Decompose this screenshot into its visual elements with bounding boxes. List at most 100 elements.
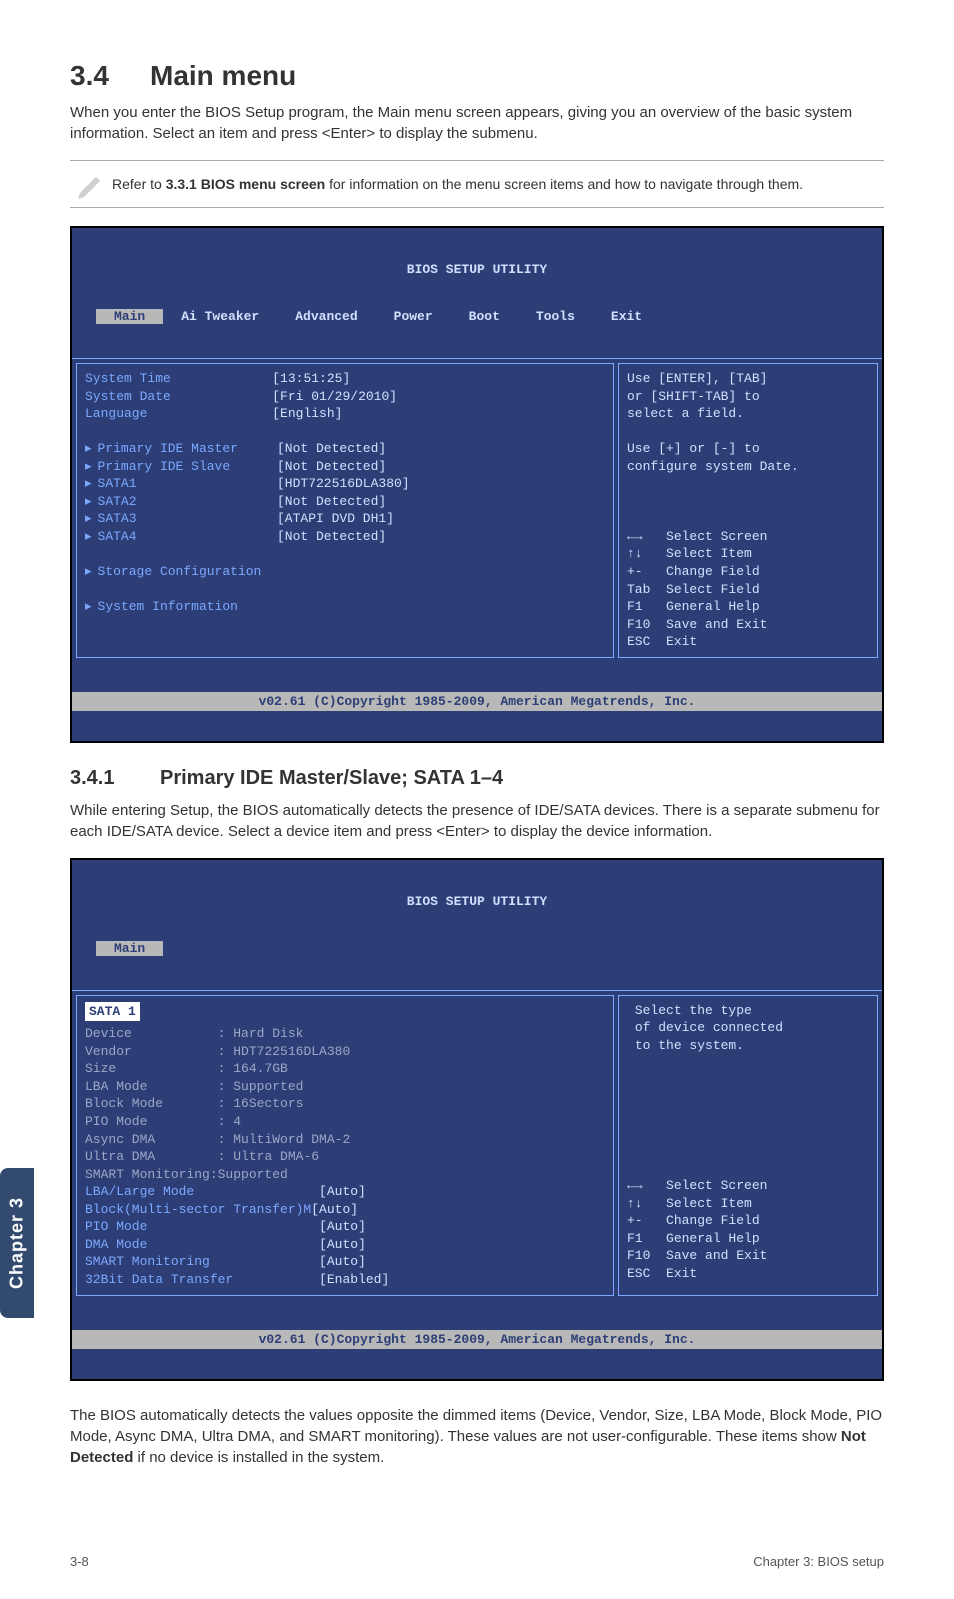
chapter-side-tab: Chapter 3 bbox=[0, 1168, 34, 1318]
row-label: Async DMA bbox=[85, 1132, 155, 1147]
bios1-row[interactable]: Language [English] bbox=[85, 406, 342, 421]
bios2-info-row: Async DMA : MultiWord DMA-2 bbox=[85, 1132, 350, 1147]
legend-key: Tab bbox=[627, 582, 650, 597]
bios1-tab-exit[interactable]: Exit bbox=[593, 309, 660, 324]
row-value: [Auto] bbox=[311, 1202, 358, 1217]
row-label: DMA Mode bbox=[85, 1237, 147, 1252]
legend-text: Exit bbox=[666, 1266, 697, 1281]
legend-text: General Help bbox=[666, 1231, 760, 1246]
bios2-info-row: Ultra DMA : Ultra DMA-6 bbox=[85, 1149, 319, 1164]
row-label: Primary IDE Master bbox=[98, 441, 238, 456]
legend-row: ESC Exit bbox=[627, 634, 697, 649]
row-value: : 16Sectors bbox=[218, 1096, 304, 1111]
row-value: [English] bbox=[272, 406, 342, 421]
row-value: [Fri 01/29/2010] bbox=[272, 389, 397, 404]
note-text: Refer to 3.3.1 BIOS menu screen for info… bbox=[112, 175, 803, 193]
row-label: LBA/Large Mode bbox=[85, 1184, 194, 1199]
closing-text-a: The BIOS automatically detects the value… bbox=[70, 1407, 882, 1445]
bios2-left-pane: SATA 1 Device : Hard Disk Vendor : HDT72… bbox=[76, 995, 614, 1296]
row-value: [Auto] bbox=[319, 1254, 366, 1269]
help-line: configure system Date. bbox=[627, 459, 799, 474]
row-label: SMART Monitoring bbox=[85, 1254, 210, 1269]
row-value: [HDT722516DLA380] bbox=[277, 476, 410, 491]
row-label: Size bbox=[85, 1061, 116, 1076]
row-value: [Auto] bbox=[319, 1237, 366, 1252]
row-value: : Ultra DMA-6 bbox=[218, 1149, 319, 1164]
row-value: : 4 bbox=[218, 1114, 241, 1129]
help-line: to the system. bbox=[635, 1038, 744, 1053]
bios1-tab-tools[interactable]: Tools bbox=[518, 309, 593, 324]
legend-text: Change Field bbox=[666, 564, 760, 579]
legend-row: F10 Save and Exit bbox=[627, 1248, 767, 1263]
bios1-tab-bar: Main Ai Tweaker Advanced Power Boot Tool… bbox=[72, 307, 882, 328]
legend-key: ↑↓ bbox=[627, 1196, 643, 1211]
row-label: SATA3 bbox=[98, 511, 137, 526]
bios2-tab-main[interactable]: Main bbox=[96, 941, 163, 956]
legend-key: ESC bbox=[627, 1266, 650, 1281]
note-suffix: for information on the menu screen items… bbox=[325, 176, 803, 192]
legend-text: Change Field bbox=[666, 1213, 760, 1228]
legend-key: ←→ bbox=[627, 1178, 643, 1193]
legend-text: Select Field bbox=[666, 582, 760, 597]
bios1-device-row[interactable]: Primary IDE Slave [Not Detected] bbox=[85, 459, 386, 474]
closing-paragraph: The BIOS automatically detects the value… bbox=[70, 1405, 884, 1468]
row-label: SMART Monitoring bbox=[85, 1167, 210, 1182]
bios1-tab-advanced[interactable]: Advanced bbox=[277, 309, 375, 324]
bios2-title: BIOS SETUP UTILITY bbox=[72, 890, 882, 909]
bios1-device-row[interactable]: SATA1 [HDT722516DLA380] bbox=[85, 476, 410, 491]
legend-text: General Help bbox=[666, 599, 760, 614]
bios1-row[interactable]: System Date [Fri 01/29/2010] bbox=[85, 389, 397, 404]
row-value: : Hard Disk bbox=[218, 1026, 304, 1041]
bios1-row[interactable]: System Time [13:51:25] bbox=[85, 371, 350, 386]
note-block: Refer to 3.3.1 BIOS menu screen for info… bbox=[70, 160, 884, 208]
bios2-setting-row[interactable]: PIO Mode [Auto] bbox=[85, 1219, 366, 1234]
legend-row: Tab Select Field bbox=[627, 582, 760, 597]
bios1-tab-power[interactable]: Power bbox=[376, 309, 451, 324]
bios2-setting-row[interactable]: SMART Monitoring [Auto] bbox=[85, 1254, 366, 1269]
bios2-section-header: SATA 1 bbox=[85, 1002, 140, 1022]
bios1-tab-main[interactable]: Main bbox=[96, 309, 163, 324]
row-value: : Supported bbox=[218, 1079, 304, 1094]
legend-row: +- Change Field bbox=[627, 1213, 760, 1228]
footer-chapter-title: Chapter 3: BIOS setup bbox=[753, 1554, 884, 1569]
legend-row: ←→ Select Screen bbox=[627, 529, 767, 544]
bios1-device-row[interactable]: SATA3 [ATAPI DVD DH1] bbox=[85, 511, 394, 526]
bios2-info-row: Size : 164.7GB bbox=[85, 1061, 288, 1076]
row-label: System Time bbox=[85, 371, 171, 386]
row-value: [Not Detected] bbox=[277, 459, 386, 474]
bios1-title: BIOS SETUP UTILITY bbox=[72, 258, 882, 277]
heading-number: 3.4 bbox=[70, 60, 150, 92]
row-label: SATA1 bbox=[98, 476, 137, 491]
bios1-tab-aitweaker[interactable]: Ai Tweaker bbox=[163, 309, 277, 324]
pencil-icon bbox=[70, 169, 112, 199]
legend-key: +- bbox=[627, 564, 643, 579]
help-line: Use [+] or [-] to bbox=[627, 441, 760, 456]
bios2-setting-row[interactable]: DMA Mode [Auto] bbox=[85, 1237, 366, 1252]
bios2-info-row: PIO Mode : 4 bbox=[85, 1114, 241, 1129]
bios-utility-main: BIOS SETUP UTILITY Main Ai Tweaker Advan… bbox=[70, 226, 884, 743]
row-label: 32Bit Data Transfer bbox=[85, 1272, 233, 1287]
bios1-tab-boot[interactable]: Boot bbox=[451, 309, 518, 324]
sub-intro-paragraph: While entering Setup, the BIOS automatic… bbox=[70, 800, 884, 842]
bios2-info-row: Vendor : HDT722516DLA380 bbox=[85, 1044, 350, 1059]
row-label: PIO Mode bbox=[85, 1219, 147, 1234]
row-value: : 164.7GB bbox=[218, 1061, 288, 1076]
intro-paragraph: When you enter the BIOS Setup program, t… bbox=[70, 102, 884, 144]
legend-key: F10 bbox=[627, 617, 650, 632]
bios2-setting-row[interactable]: Block(Multi-sector Transfer)M[Auto] bbox=[85, 1202, 358, 1217]
bios1-system-info[interactable]: System Information bbox=[85, 599, 238, 614]
bios2-setting-row[interactable]: 32Bit Data Transfer [Enabled] bbox=[85, 1272, 389, 1287]
row-value: [Not Detected] bbox=[277, 494, 386, 509]
bios1-device-row[interactable]: SATA4 [Not Detected] bbox=[85, 529, 386, 544]
row-value: [Auto] bbox=[319, 1184, 366, 1199]
legend-text: Save and Exit bbox=[666, 1248, 767, 1263]
legend-text: Exit bbox=[666, 634, 697, 649]
bios-utility-sata: BIOS SETUP UTILITY Main SATA 1 Device : … bbox=[70, 858, 884, 1381]
bios1-device-row[interactable]: SATA2 [Not Detected] bbox=[85, 494, 386, 509]
row-label: SATA4 bbox=[98, 529, 137, 544]
bios2-setting-row[interactable]: LBA/Large Mode [Auto] bbox=[85, 1184, 366, 1199]
bios2-info-row: Device : Hard Disk bbox=[85, 1026, 303, 1041]
bios1-device-row[interactable]: Primary IDE Master [Not Detected] bbox=[85, 441, 386, 456]
bios1-storage-config[interactable]: Storage Configuration bbox=[85, 564, 261, 579]
legend-key: ←→ bbox=[627, 529, 643, 544]
